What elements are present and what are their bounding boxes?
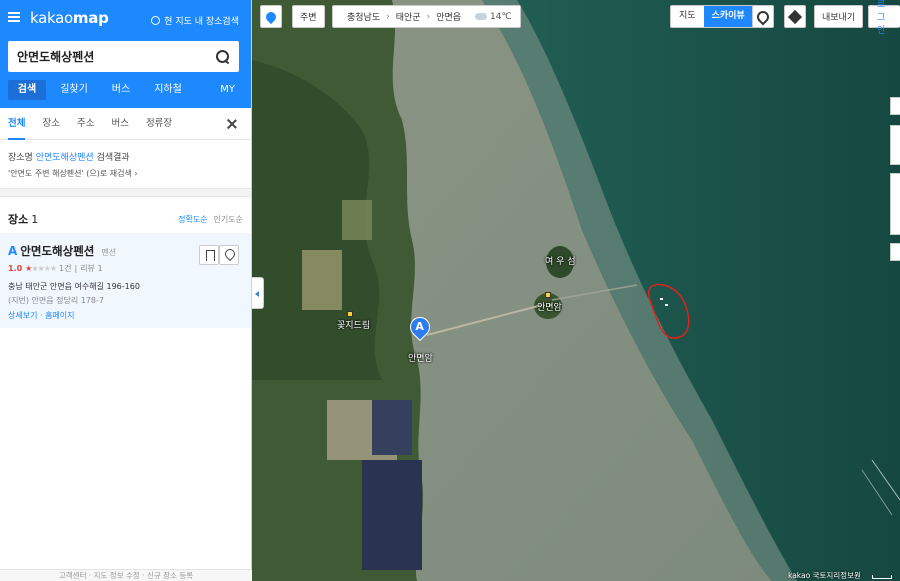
sort-options: 정확도순 인기도순 — [178, 214, 243, 225]
filter-stop[interactable]: 정류장 — [146, 108, 172, 140]
satellite-imagery — [252, 0, 900, 581]
layers-icon[interactable] — [784, 5, 806, 28]
result-suffix: 검색결과 — [96, 153, 130, 163]
resort-poi-icon[interactable] — [347, 311, 353, 317]
radio-circle-icon — [151, 16, 161, 25]
rating-count[interactable]: 1건 — [59, 263, 71, 274]
filter-address[interactable]: 주소 — [77, 108, 94, 140]
places-header: 장소 1 정확도순 인기도순 — [0, 197, 251, 233]
tab-my[interactable]: MY — [220, 80, 243, 100]
sort-accuracy[interactable]: 정확도순 — [178, 214, 207, 225]
review-count[interactable]: 리뷰 1 — [80, 263, 102, 274]
place-name[interactable]: 안면도해상펜션 — [20, 243, 94, 259]
place-links[interactable]: 상세보기 · 홈페이지 — [8, 310, 243, 321]
result-summary: 장소명 안면도해상펜션 검색결과 '안면도 주변 해상펜션' (으)로 재검색 … — [0, 140, 251, 189]
filter-all[interactable]: 전체 — [8, 108, 26, 140]
marker-letter: A — [415, 320, 424, 334]
marker-place-label[interactable]: 안면암 — [408, 351, 433, 364]
export-button[interactable]: 내보내기 — [814, 5, 864, 28]
filter-place[interactable]: 장소 — [42, 108, 59, 140]
panel-header: kakaomap 현 지도 내 장소검색 안면도해상펜션 검색 길찾기 버스 지… — [0, 0, 251, 108]
location-pin-button[interactable] — [260, 5, 282, 28]
place-category: 펜션 — [101, 248, 117, 257]
temple-poi-icon[interactable] — [545, 292, 551, 298]
main-nav: 검색 길찾기 버스 지하철 MY — [8, 80, 243, 100]
breadcrumb-town[interactable]: 안면읍 — [430, 10, 467, 23]
resort-label[interactable]: 꽃지드림 — [337, 318, 370, 331]
maptype-skyview[interactable]: 스카이뷰 — [703, 6, 753, 27]
close-icon[interactable] — [227, 119, 237, 129]
menu-icon[interactable] — [8, 12, 20, 22]
info-button[interactable] — [890, 243, 900, 261]
temple-label[interactable]: 안면암 — [537, 300, 562, 313]
region-breadcrumb: 충청남도 › 태안군 › 안면읍 14℃ — [332, 5, 521, 28]
search-input[interactable]: 안면도해상펜션 — [8, 41, 239, 72]
star-rating-icon: ★★★★★ — [25, 264, 57, 273]
breadcrumb-province[interactable]: 충청남도 — [341, 10, 386, 23]
bookmark-icon[interactable] — [199, 245, 219, 265]
directions-icon[interactable] — [219, 245, 239, 265]
panel-footer[interactable]: 고객센터 · 지도 정보 수정 · 신규 장소 등록 — [0, 569, 252, 581]
tab-subway[interactable]: 지하철 — [149, 80, 187, 100]
roadview-button[interactable] — [890, 97, 900, 115]
place-address: 충남 태안군 안면읍 여수해길 196-160 — [8, 282, 140, 291]
cloud-icon — [475, 13, 488, 20]
result-keyword: 안면도해상펜션 — [35, 153, 94, 163]
around-button[interactable]: 주변 — [292, 5, 325, 28]
places-title: 장소 — [8, 213, 29, 226]
island-label[interactable]: 여 우 섬 — [545, 254, 576, 267]
maptype-map[interactable]: 지도 — [671, 6, 704, 27]
place-lot-address: (지번) 안면읍 정당리 178-7 — [8, 296, 104, 305]
map-area-search-toggle[interactable]: 현 지도 내 장소검색 — [151, 14, 239, 27]
rating-score: 1.0 — [8, 264, 23, 273]
search-panel: kakaomap 현 지도 내 장소검색 안면도해상펜션 검색 길찾기 버스 지… — [0, 0, 252, 581]
breadcrumb-county[interactable]: 태안군 — [390, 10, 427, 23]
tab-bus[interactable]: 버스 — [102, 80, 140, 100]
result-prefix: 장소명 — [8, 153, 33, 163]
sort-popular[interactable]: 인기도순 — [214, 214, 243, 225]
search-icon[interactable] — [216, 49, 230, 64]
result-filter-tabs: 전체 장소 주소 버스 정류장 — [0, 108, 251, 140]
tab-search[interactable]: 검색 — [8, 80, 46, 100]
search-query[interactable]: 안면도해상펜션 — [17, 48, 216, 65]
temperature: 14℃ — [490, 11, 512, 22]
map-type-toggle: 지도 스카이뷰 — [670, 5, 754, 28]
place-marker-letter: A — [8, 244, 18, 258]
login-label: 로그인 — [877, 0, 886, 36]
export-label: 내보내기 — [822, 13, 856, 23]
tab-directions[interactable]: 길찾기 — [55, 80, 93, 100]
places-count: 1 — [31, 212, 39, 226]
kakaomap-logo[interactable]: kakaomap — [30, 9, 109, 27]
collapse-panel-button[interactable] — [252, 277, 264, 309]
around-label: 주변 — [300, 13, 317, 23]
map-copyright: kakao 국토지리정보원 — [788, 571, 861, 580]
research-link[interactable]: '안면도 주변 해상펜션' (으)로 재검색 › — [8, 168, 243, 179]
list-item[interactable]: A 안면도해상펜션 펜션 1.0 ★★★★★ 1건 | 리뷰 1 충남 태안군 … — [0, 233, 251, 328]
map-tools[interactable] — [890, 173, 900, 235]
filter-bus[interactable]: 버스 — [111, 108, 128, 140]
map-search-toggle-label: 현 지도 내 장소검색 — [164, 17, 239, 27]
divider — [0, 189, 251, 197]
weather-info: 14℃ — [475, 12, 512, 22]
zoom-control[interactable] — [890, 125, 900, 165]
login-button[interactable]: 로그인 — [868, 0, 900, 36]
scale-bar — [872, 575, 892, 579]
kakao-map-app: kakaomap 현 지도 내 장소검색 안면도해상펜션 검색 길찾기 버스 지… — [0, 0, 900, 581]
marker-icon[interactable] — [752, 5, 774, 28]
skyview-map[interactable]: 주변 충청남도 › 태안군 › 안면읍 14℃ 지도 스카이뷰 내보내기 로그인… — [252, 0, 900, 581]
